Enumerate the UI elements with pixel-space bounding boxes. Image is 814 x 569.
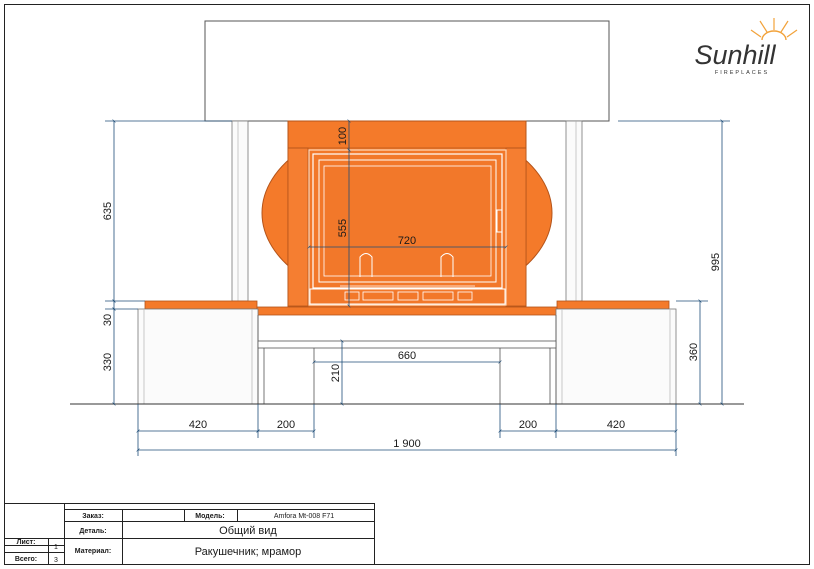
dim-200-left-label: 200 (277, 419, 295, 431)
hearth-slab (256, 306, 558, 316)
dim-420-left-label: 420 (189, 419, 207, 431)
sheet-label: Лист: (17, 539, 36, 546)
dim-420-right-label: 420 (607, 419, 625, 431)
brand-name: Sunhill (694, 40, 776, 70)
material-value: Ракушечник; мрамор (195, 546, 302, 558)
dim-330-label: 330 (102, 353, 114, 371)
part-value: Общий вид (219, 525, 277, 537)
dim-555-label: 555 (337, 219, 349, 237)
dim-635-label: 635 (102, 202, 114, 220)
sun-rays-icon (750, 18, 798, 41)
sunhill-logo: Sunhill FIREPLACES (694, 18, 798, 76)
dim-210-label: 210 (330, 364, 342, 382)
order-label: Заказ: (82, 513, 104, 520)
dim-200-right-label: 200 (519, 419, 537, 431)
chimney-hood (204, 20, 610, 122)
brand-subtitle: FIREPLACES (715, 70, 769, 76)
dim-720-label: 720 (398, 235, 416, 247)
total-label: Всего: (15, 556, 37, 563)
dim-660-label: 660 (398, 350, 416, 362)
model-label: Модель: (195, 513, 224, 520)
total-value: 3 (54, 557, 58, 564)
fireplace-drawing: Sunhill FIREPLACES 100 555 720 635 30 33… (4, 4, 810, 565)
dim-100-label: 100 (337, 127, 349, 145)
part-label: Деталь: (79, 528, 106, 535)
model-value: Amfora Mt-008 F71 (274, 513, 334, 520)
left-pilaster (231, 120, 249, 302)
material-label: Материал: (75, 548, 111, 555)
dim-995-label: 995 (710, 253, 722, 271)
right-shelf (556, 300, 670, 310)
sheet-value: 1 (54, 544, 58, 551)
dim-1900-label: 1 900 (393, 438, 421, 450)
left-base-block (137, 308, 259, 405)
right-pilaster (565, 120, 583, 302)
dim-30-label: 30 (102, 314, 114, 326)
left-shelf (144, 300, 258, 310)
dim-360-label: 360 (688, 343, 700, 361)
right-base-block (555, 308, 677, 405)
